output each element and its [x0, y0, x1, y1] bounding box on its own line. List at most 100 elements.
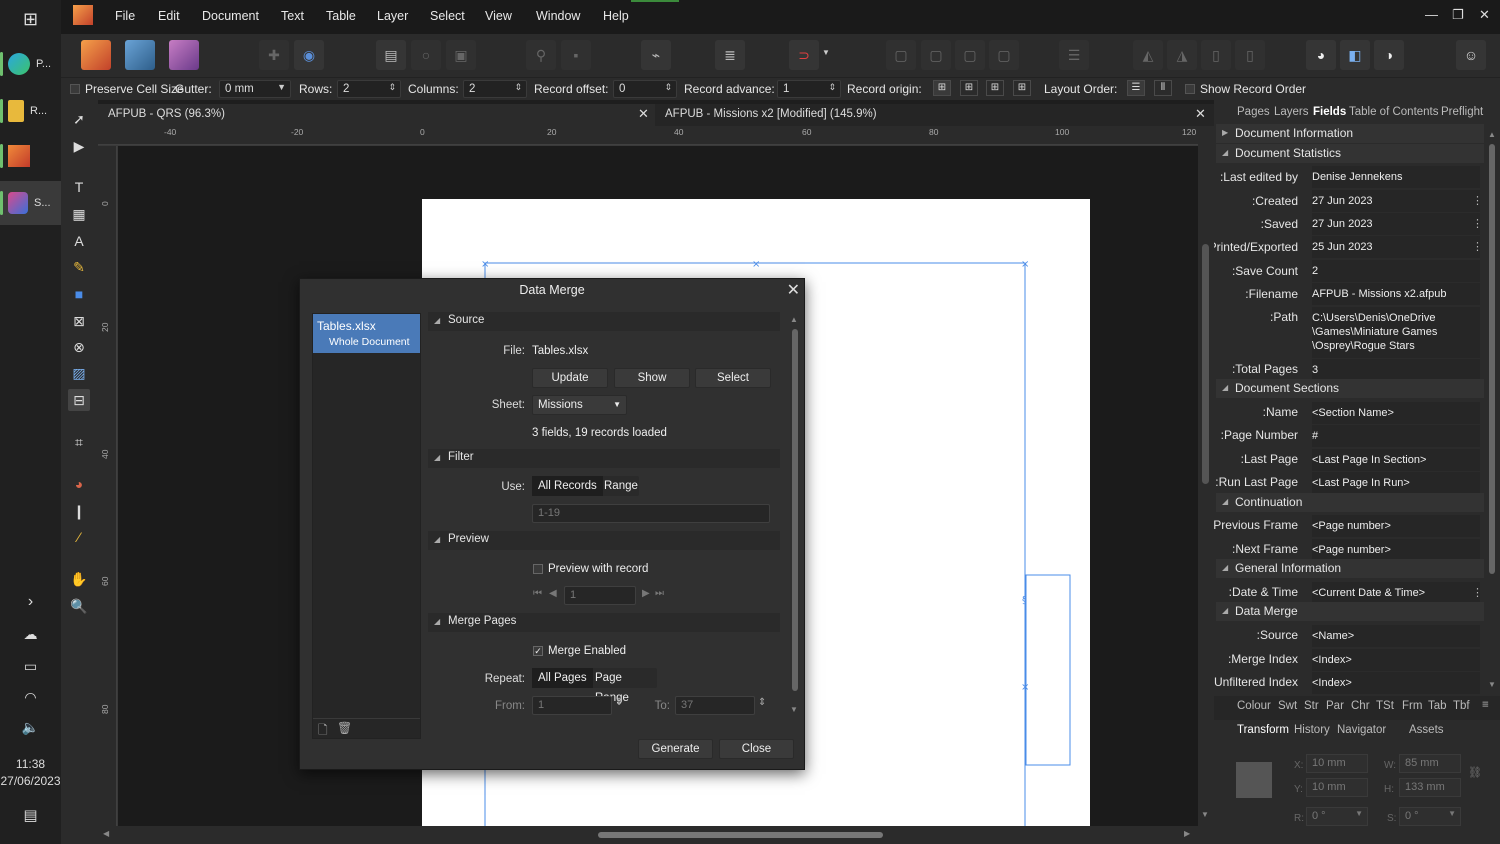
anchor-icon[interactable]: ▪: [561, 40, 591, 70]
cloud-icon[interactable]: ☁: [0, 626, 61, 643]
range-option[interactable]: Range: [598, 476, 644, 496]
assets-icon[interactable]: ✚: [259, 40, 289, 70]
order-backward-icon[interactable]: ▢: [921, 40, 951, 70]
field-value[interactable]: <Index>: [1312, 649, 1480, 671]
lock-ratio-icon[interactable]: ⛓: [1468, 766, 1482, 779]
node-tool-icon[interactable]: ▶: [68, 135, 90, 157]
merge-pages-section-header[interactable]: ◢ Merge Pages: [428, 613, 780, 632]
order-front-icon[interactable]: ▢: [989, 40, 1019, 70]
record-advance-stepper[interactable]: 1 ⇕: [777, 80, 841, 98]
menu-layer[interactable]: Layer: [377, 9, 408, 23]
more-options-icon[interactable]: ⋮: [1472, 240, 1483, 253]
first-record-icon[interactable]: ⏮: [533, 588, 542, 599]
color-picker-tool-icon[interactable]: ⁄: [68, 526, 90, 548]
page-range-option[interactable]: Page Range: [589, 668, 657, 704]
designer-persona-icon[interactable]: [125, 40, 155, 70]
taskbar-app-snip[interactable]: S...: [0, 181, 61, 225]
field-value[interactable]: 3: [1312, 359, 1480, 379]
rotate-left-icon[interactable]: ▯: [1201, 40, 1231, 70]
last-record-icon[interactable]: ⏭: [655, 588, 664, 599]
to-stepper[interactable]: 37: [675, 696, 755, 715]
scroll-up-icon[interactable]: ▲: [790, 315, 798, 324]
restore-icon[interactable]: ❐: [1452, 7, 1464, 23]
rotate-right-icon[interactable]: ▯: [1235, 40, 1265, 70]
more-options-icon[interactable]: ⋮: [1472, 586, 1483, 599]
scroll-down-icon[interactable]: ▼: [1201, 810, 1209, 819]
bleed-icon[interactable]: ▣: [446, 40, 476, 70]
sheet-dropdown[interactable]: Missions ▼: [532, 395, 627, 415]
more-options-icon[interactable]: ⋮: [1472, 217, 1483, 230]
menu-help[interactable]: Help: [603, 9, 629, 23]
link-icon[interactable]: ⌁: [641, 40, 671, 70]
pen-tool-icon[interactable]: ✎: [68, 256, 90, 278]
field-value[interactable]: <Index>: [1312, 672, 1480, 694]
layout-order-rows-button[interactable]: ☰: [1127, 80, 1145, 96]
place-image-tool-icon[interactable]: ▨: [68, 362, 90, 384]
tab-text-frame[interactable]: Frm: [1402, 700, 1422, 712]
field-value[interactable]: 25 Jun 2023: [1312, 236, 1480, 258]
preflight-icon[interactable]: ◉: [294, 40, 324, 70]
boolean-add-icon[interactable]: ◕: [1306, 40, 1336, 70]
menu-text[interactable]: Text: [281, 9, 304, 23]
stepper-icon[interactable]: ⇕: [615, 697, 623, 708]
field-value[interactable]: 2: [1312, 260, 1480, 282]
rotation-input[interactable]: 0 ° ▼: [1306, 807, 1368, 826]
field-value[interactable]: AFPUB - Missions x2.afpub: [1312, 283, 1480, 305]
table-tool-icon[interactable]: ▦: [68, 203, 90, 225]
order-back-icon[interactable]: ▢: [886, 40, 916, 70]
menu-table[interactable]: Table: [326, 9, 356, 23]
frame-text-tool-icon[interactable]: T: [68, 176, 90, 198]
scroll-right-icon[interactable]: ▶: [1184, 829, 1190, 838]
tab-history[interactable]: History: [1294, 724, 1330, 736]
chevron-right-icon[interactable]: ›: [0, 593, 61, 611]
field-value[interactable]: C:\Users\Denis\OneDrive \Games\Miniature…: [1312, 307, 1480, 358]
all-pages-option[interactable]: All Pages: [532, 668, 593, 688]
gutter-input[interactable]: 0 mm ▼: [219, 80, 291, 98]
notification-icon[interactable]: ▤: [0, 806, 61, 824]
flip-v-icon[interactable]: ◮: [1167, 40, 1197, 70]
filter-section-header[interactable]: ◢ Filter: [428, 449, 780, 468]
prev-record-icon[interactable]: ◀: [549, 588, 557, 599]
field-value[interactable]: <Last Page In Run>: [1312, 472, 1480, 494]
data-merge-layout-tool-icon[interactable]: ⊟: [68, 389, 90, 411]
fill-tool-icon[interactable]: ◕: [68, 473, 90, 495]
menu-edit[interactable]: Edit: [158, 9, 180, 23]
field-value[interactable]: 27 Jun 2023: [1312, 190, 1480, 212]
preserve-cell-size-checkbox[interactable]: Preserve Cell Size: [70, 82, 184, 96]
w-input[interactable]: 85 mm: [1399, 754, 1461, 773]
scroll-down-icon[interactable]: ▼: [790, 705, 798, 714]
field-value[interactable]: <Section Name>: [1312, 402, 1480, 424]
tab-afpub-missions[interactable]: AFPUB - Missions x2 [Modified] (145.9%) …: [655, 104, 1214, 126]
scroll-thumb[interactable]: [1202, 244, 1209, 484]
tab-table-format[interactable]: Tbf: [1453, 700, 1470, 712]
menu-view[interactable]: View: [485, 9, 512, 23]
tab-colour[interactable]: Colour: [1237, 700, 1271, 712]
anchor-point-selector[interactable]: [1236, 762, 1272, 798]
field-value[interactable]: #: [1312, 425, 1480, 447]
columns-stepper[interactable]: 2 ⇕: [463, 80, 527, 98]
crop-tool-icon[interactable]: ⌗: [68, 431, 90, 453]
tab-transform[interactable]: Transform: [1237, 724, 1289, 736]
menu-select[interactable]: Select: [430, 9, 465, 23]
artistic-text-tool-icon[interactable]: A: [68, 230, 90, 252]
field-value[interactable]: <Page number>: [1312, 515, 1480, 537]
canvas-vertical-scrollbar[interactable]: ▼: [1198, 126, 1214, 826]
new-source-icon[interactable]: 🗋: [318, 721, 328, 742]
data-source-item[interactable]: Tables.xlsx Whole Document: [313, 314, 420, 353]
boolean-intersect-icon[interactable]: ◑: [1374, 40, 1404, 70]
tab-afpub-qrs[interactable]: AFPUB - QRS (96.3%) ✕: [98, 104, 654, 126]
update-button[interactable]: Update: [532, 368, 608, 388]
tab-character[interactable]: Chr: [1351, 700, 1370, 712]
scroll-down-icon[interactable]: ▼: [1488, 680, 1496, 689]
field-value[interactable]: <Current Date & Time>: [1312, 582, 1480, 604]
menu-document[interactable]: Document: [202, 9, 259, 23]
tab-navigator[interactable]: Navigator: [1337, 724, 1386, 736]
scroll-left-icon[interactable]: ◀: [103, 829, 109, 838]
next-record-icon[interactable]: ▶: [642, 588, 650, 599]
taskbar-app-edge[interactable]: P...: [0, 42, 61, 86]
panel-scrollbar[interactable]: ▲ ▼: [1488, 130, 1496, 690]
scroll-thumb[interactable]: [792, 329, 798, 691]
taskbar-app-publisher[interactable]: [0, 134, 61, 178]
origin-top-left-button[interactable]: ⊞: [933, 80, 951, 96]
chevron-down-icon[interactable]: ▼: [822, 48, 830, 57]
